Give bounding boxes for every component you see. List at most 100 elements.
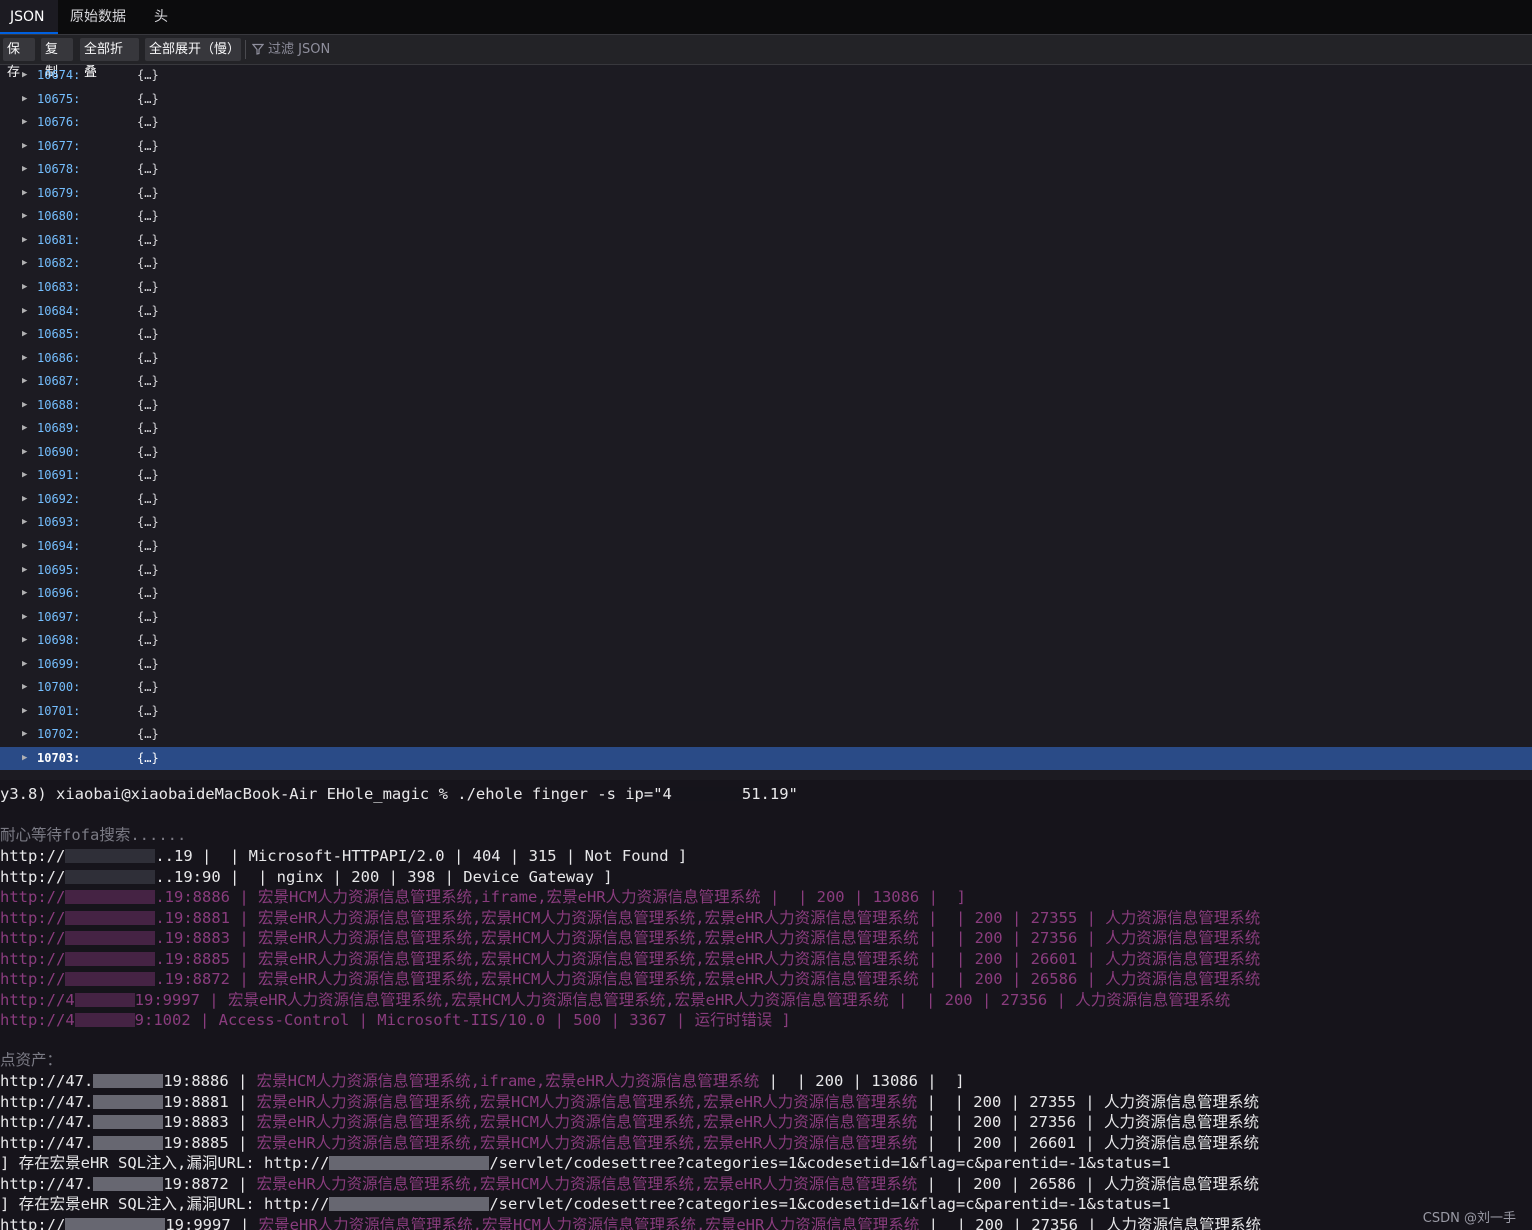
json-row[interactable]: ▶ 10692: {…} <box>0 488 1532 511</box>
json-key: 10683: <box>37 279 81 294</box>
save-button[interactable]: 保存 <box>3 38 35 80</box>
json-key: 10700: <box>37 680 81 695</box>
terminal-result-line: http://4 19:9997 | 宏景eHR人力资源信息管理系统,宏景HCM人… <box>0 990 1230 1010</box>
filter-json-input[interactable]: 过滤 JSON <box>251 38 330 61</box>
json-row[interactable]: ▶ 10703: {…} <box>0 746 1532 770</box>
json-row[interactable]: ▶ 10680: {…} <box>0 205 1532 228</box>
expand-triangle-icon[interactable]: ▶ <box>22 417 30 440</box>
json-row[interactable]: ▶ 10694: {…} <box>0 535 1532 558</box>
json-row[interactable]: ▶ 10684: {…} <box>0 300 1532 323</box>
port-segment: 19:8885 | <box>163 1133 257 1152</box>
expand-triangle-icon[interactable]: ▶ <box>22 370 30 393</box>
key-asset-line: http://47. 19:8886 | 宏景HCM人力资源信息管理系统,ifra… <box>0 1071 965 1091</box>
json-row[interactable]: ▶ 10702: {…} <box>0 723 1532 746</box>
json-value: {…} <box>137 397 159 412</box>
json-row[interactable]: ▶ 10676: {…} <box>0 111 1532 134</box>
line-tail: | | 200 | 27356 | 人力资源信息管理系统 <box>919 1215 1261 1230</box>
redacted-ip <box>93 1115 164 1129</box>
expand-triangle-icon[interactable]: ▶ <box>22 606 30 629</box>
tab-raw-data[interactable]: 原始数据 <box>60 0 140 34</box>
json-value: {…} <box>137 562 159 577</box>
json-row[interactable]: ▶ 10687: {…} <box>0 370 1532 393</box>
json-row[interactable]: ▶ 10697: {…} <box>0 606 1532 629</box>
expand-triangle-icon[interactable]: ▶ <box>22 135 30 158</box>
expand-all-button[interactable]: 全部展开（慢） <box>145 38 241 61</box>
expand-triangle-icon[interactable]: ▶ <box>22 653 30 676</box>
redacted-ip <box>93 1074 164 1088</box>
expand-triangle-icon[interactable]: ▶ <box>22 229 30 252</box>
expand-triangle-icon[interactable]: ▶ <box>22 88 30 111</box>
redacted-ip <box>65 972 156 986</box>
json-value: {…} <box>137 727 159 742</box>
expand-triangle-icon[interactable]: ▶ <box>22 205 30 228</box>
json-row[interactable]: ▶ 10683: {…} <box>0 276 1532 299</box>
redacted-ip <box>93 1135 164 1150</box>
expand-triangle-icon[interactable]: ▶ <box>22 394 30 417</box>
expand-triangle-icon[interactable]: ▶ <box>22 723 30 746</box>
result-details: .19:8883 | 宏景eHR人力资源信息管理系统,宏景HCM人力资源信息管理… <box>155 929 1261 947</box>
json-row[interactable]: ▶ 10701: {…} <box>0 700 1532 723</box>
json-row[interactable]: ▶ 10681: {…} <box>0 229 1532 252</box>
json-key: 10687: <box>37 374 81 389</box>
expand-triangle-icon[interactable]: ▶ <box>22 158 30 181</box>
json-row[interactable]: ▶ 10695: {…} <box>0 559 1532 582</box>
json-row[interactable]: ▶ 10674: {…} <box>0 64 1532 87</box>
json-row[interactable]: ▶ 10698: {…} <box>0 629 1532 652</box>
json-value: {…} <box>137 750 159 765</box>
expand-triangle-icon[interactable]: ▶ <box>22 111 30 134</box>
expand-triangle-icon[interactable]: ▶ <box>22 559 30 582</box>
json-row[interactable]: ▶ 10690: {…} <box>0 441 1532 464</box>
expand-triangle-icon[interactable]: ▶ <box>22 64 30 87</box>
json-row[interactable]: ▶ 10677: {…} <box>0 135 1532 158</box>
redacted-ip <box>74 992 135 1007</box>
redacted-ip <box>65 849 156 863</box>
json-row[interactable]: ▶ 10678: {…} <box>0 158 1532 181</box>
json-row[interactable]: ▶ 10689: {…} <box>0 417 1532 440</box>
expand-triangle-icon[interactable]: ▶ <box>22 747 30 770</box>
expand-triangle-icon[interactable]: ▶ <box>22 252 30 275</box>
json-row[interactable]: ▶ 10686: {…} <box>0 347 1532 370</box>
port-segment: 19:8883 | <box>163 1113 257 1131</box>
expand-triangle-icon[interactable]: ▶ <box>22 276 30 299</box>
copy-button[interactable]: 复制 <box>41 38 73 80</box>
expand-triangle-icon[interactable]: ▶ <box>22 511 30 534</box>
expand-triangle-icon[interactable]: ▶ <box>22 488 30 511</box>
expand-triangle-icon[interactable]: ▶ <box>22 441 30 464</box>
json-row[interactable]: ▶ 10675: {…} <box>0 88 1532 111</box>
expand-triangle-icon[interactable]: ▶ <box>22 347 30 370</box>
expand-triangle-icon[interactable]: ▶ <box>22 700 30 723</box>
expand-triangle-icon[interactable]: ▶ <box>22 582 30 605</box>
json-row[interactable]: ▶ 10696: {…} <box>0 582 1532 605</box>
filter-icon <box>251 43 265 55</box>
expand-triangle-icon[interactable]: ▶ <box>22 535 30 558</box>
json-row[interactable]: ▶ 10685: {…} <box>0 323 1532 346</box>
expand-triangle-icon[interactable]: ▶ <box>22 182 30 205</box>
terminal-result-line: http:// .19:8886 | 宏景HCM人力资源信息管理系统,iframe… <box>0 887 966 907</box>
json-row[interactable]: ▶ 10693: {…} <box>0 511 1532 534</box>
terminal-result-line: http:// .19:8883 | 宏景eHR人力资源信息管理系统,宏景HCM人… <box>0 928 1260 948</box>
json-key: 10694: <box>37 539 81 553</box>
tab-headers[interactable]: 头 <box>144 0 178 34</box>
json-row[interactable]: ▶ 10700: {…} <box>0 676 1532 699</box>
wait-message: 耐心等待fofa搜索...... <box>0 826 187 844</box>
expand-triangle-icon[interactable]: ▶ <box>22 464 30 487</box>
json-row[interactable]: ▶ 10699: {…} <box>0 653 1532 676</box>
json-row[interactable]: ▶ 10682: {…} <box>0 252 1532 275</box>
json-row[interactable]: ▶ 10679: {…} <box>0 182 1532 205</box>
json-row[interactable]: ▶ 10691: {…} <box>0 464 1532 487</box>
json-row[interactable]: ▶ 10688: {…} <box>0 394 1532 417</box>
expand-triangle-icon[interactable]: ▶ <box>22 323 30 346</box>
expand-triangle-icon[interactable]: ▶ <box>22 629 30 652</box>
json-key: 10674: <box>37 68 81 82</box>
json-key: 10682: <box>37 256 81 271</box>
expand-triangle-icon[interactable]: ▶ <box>22 300 30 323</box>
collapse-all-button[interactable]: 全部折叠 <box>80 38 139 80</box>
tab-json[interactable]: JSON <box>0 0 58 34</box>
json-value: {…} <box>137 91 159 106</box>
terminal-result-line: http:// .19:8881 | 宏景eHR人力资源信息管理系统,宏景HCM人… <box>0 908 1260 928</box>
json-value: {…} <box>137 586 159 601</box>
result-details: .19:8886 | 宏景HCM人力资源信息管理系统,iframe,宏景eHR人… <box>155 888 966 906</box>
expand-triangle-icon[interactable]: ▶ <box>22 676 30 699</box>
json-key: 10703: <box>37 750 81 765</box>
vulnerability-line: ] 存在宏景eHR SQL注入,漏洞URL: http:// /servlet/c… <box>0 1194 1171 1214</box>
